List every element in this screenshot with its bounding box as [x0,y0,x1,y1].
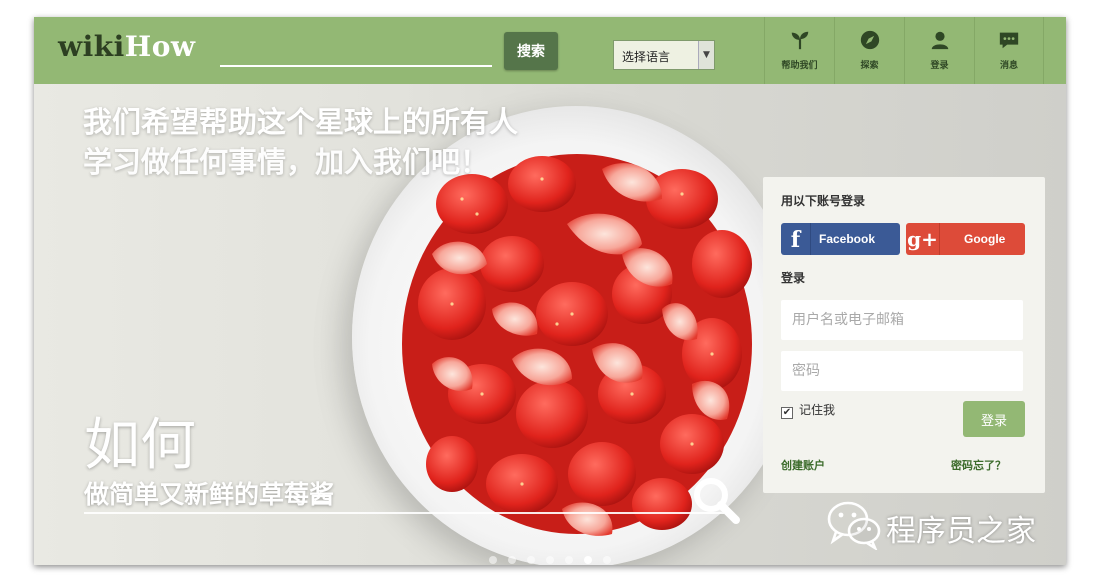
search-button[interactable]: 搜索 [504,32,558,70]
google-login-button[interactable]: g+ Google [906,223,1025,255]
nav-label: 帮助我们 [781,61,818,71]
nav-label: 消息 [999,61,1018,71]
nav-help-us[interactable]: 帮助我们 [764,17,834,84]
nav-login[interactable]: 登录 [904,17,974,84]
wikihow-logo[interactable]: wikiHow [58,30,196,63]
login-submit-button[interactable]: 登录 [963,401,1025,437]
forgot-password-link[interactable]: 密码忘了？ [951,457,1006,473]
slide-dot[interactable] [527,556,535,564]
magnifier-search-icon[interactable] [690,474,742,526]
google-plus-icon: g+ [906,223,940,255]
social-login-title: 用以下账号登录 [781,194,866,208]
language-select-value: 选择语言 [622,50,671,64]
top-bar: wikiHow 搜索 选择语言 ▼ 帮助我们 探索 登录 消息 [34,17,1066,84]
search-underline [220,65,492,67]
logo-wiki-text: wiki [58,30,125,63]
password-field[interactable] [781,351,1023,391]
logo-how-text: How [124,30,196,63]
howto-subtitle[interactable]: 做简单又新鲜的草莓酱 [84,478,334,512]
nav-messages[interactable]: 消息 [974,17,1044,84]
compass-icon [860,30,879,50]
sprout-icon [791,31,808,50]
nav-label: 登录 [930,61,949,71]
search-input[interactable] [220,39,492,63]
login-section-label: 登录 [781,271,806,285]
howto-caption[interactable]: 如何 做简单又新鲜的草莓酱 [84,414,334,512]
username-field[interactable] [781,300,1023,340]
remember-me-label: 记住我 [799,403,836,417]
slide-dot[interactable] [508,556,516,564]
howto-title: 如何 [84,413,196,478]
slide-dot[interactable] [489,556,497,564]
facebook-label: Facebook [819,232,876,246]
hero-slideshow[interactable]: 我们希望帮助这个星球上的所有人 学习做任何事情，加入我们吧！ 如何 做简单又新鲜… [34,84,1066,565]
slide-dot[interactable] [546,556,554,564]
nav-explore[interactable]: 探索 [834,17,904,84]
login-panel: 用以下账号登录 f Facebook g+ Google 登录 ✔记住我 登录 … [763,177,1045,493]
nav-label: 探索 [860,61,879,71]
slide-dot[interactable] [565,556,573,564]
slide-dot[interactable] [603,556,611,564]
facebook-icon: f [781,223,811,255]
tagline-line-1: 我们希望帮助这个星球上的所有人 [83,105,519,139]
hero-tagline: 我们希望帮助这个星球上的所有人 学习做任何事情，加入我们吧！ [83,102,518,182]
chevron-down-icon: ▼ [698,41,714,69]
wechat-watermark: 程序员之家 [826,498,1036,552]
create-account-link[interactable]: 创建账户 [781,457,825,473]
caption-underline [84,512,724,514]
wechat-icon [827,501,881,552]
chat-bubble-icon [999,32,1019,49]
checkbox-checked-icon: ✔ [781,407,793,419]
google-label: Google [964,232,1006,246]
language-select[interactable]: 选择语言 ▼ [613,40,715,70]
slide-dot[interactable] [584,556,592,564]
tagline-line-2: 学习做任何事情，加入我们吧！ [83,145,490,179]
browser-page: wikiHow 搜索 选择语言 ▼ 帮助我们 探索 登录 消息 我们希望帮助这个… [34,17,1066,565]
facebook-login-button[interactable]: f Facebook [781,223,900,255]
remember-me-checkbox[interactable]: ✔ 记住我 [781,401,835,419]
slide-indicator [489,549,622,564]
user-icon [931,31,948,50]
watermark-text: 程序员之家 [886,514,1036,549]
